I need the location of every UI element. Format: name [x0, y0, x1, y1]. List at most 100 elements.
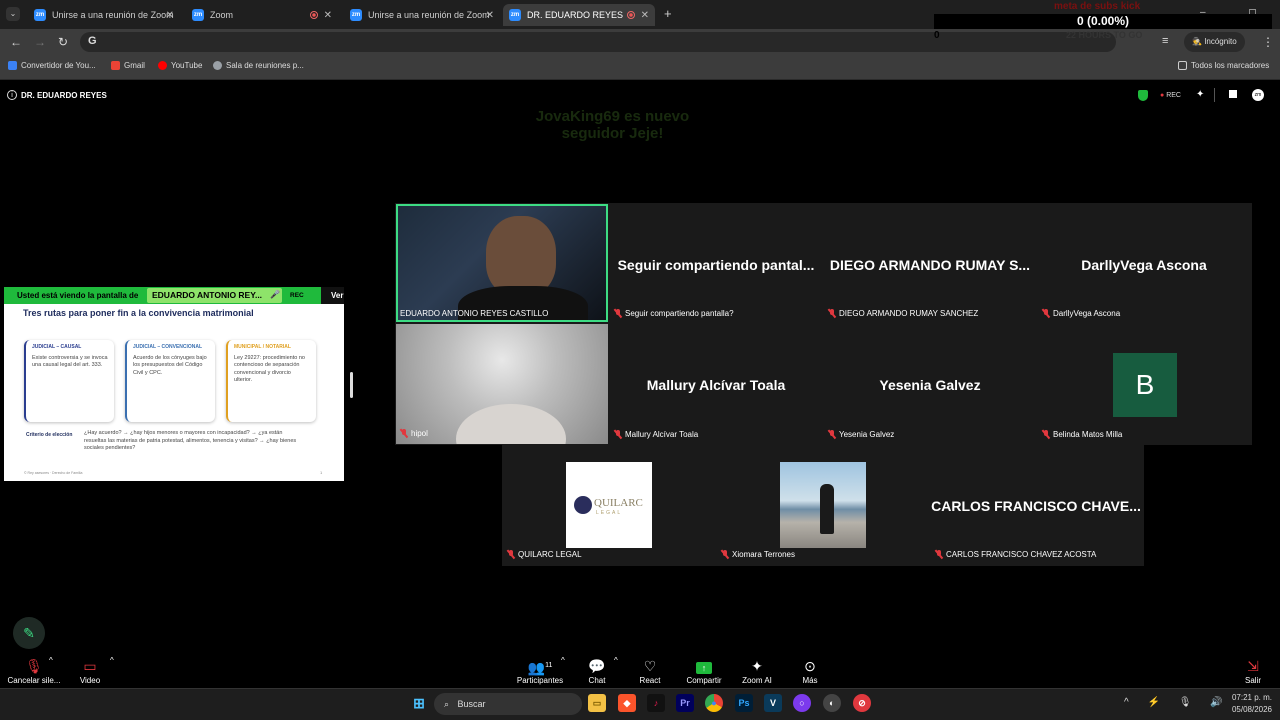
- discord-icon[interactable]: ○: [793, 694, 811, 712]
- brave-icon[interactable]: ◆: [618, 694, 636, 712]
- share-screen-button[interactable]: ↑ Compartir: [684, 654, 724, 685]
- screen: ⌄ zm Unirse a una reunión de Zoom ✕ zm Zoom…: [0, 0, 1280, 720]
- all-bookmarks[interactable]: Todos los marcadores: [1178, 61, 1269, 70]
- close-icon[interactable]: ✕: [641, 10, 649, 21]
- recording-icon: [310, 11, 318, 19]
- participant-name: Yesenia Galvez: [828, 430, 894, 439]
- menu-icon[interactable]: ⋮: [1262, 35, 1274, 49]
- search-icon: ⌕: [444, 699, 452, 709]
- participant-name: hipol: [400, 429, 428, 438]
- more-button[interactable]: ⊙ Más: [796, 654, 824, 685]
- react-button[interactable]: ♡ React: [634, 654, 666, 685]
- clock-time[interactable]: 07:21 p. m.: [1224, 693, 1272, 702]
- browser-tab-active[interactable]: zm DR. EDUARDO REYES ✕: [503, 4, 655, 26]
- bookmark-item[interactable]: Sala de reuniones p...: [213, 61, 304, 70]
- tiktok-icon[interactable]: ♪: [647, 694, 665, 712]
- tab-title: Unirse a una reunión de Zoom: [52, 10, 174, 20]
- file-explorer-icon[interactable]: ▭: [588, 694, 606, 712]
- windows-start-icon[interactable]: ⊞: [410, 694, 428, 712]
- folder-icon: [1178, 61, 1187, 70]
- chat-button[interactable]: 💬 Chat: [582, 654, 612, 685]
- participant-tile-active[interactable]: EDUARDO ANTONIO REYES CASTILLO: [396, 204, 608, 322]
- close-icon[interactable]: ✕: [166, 10, 174, 21]
- mic-icon: 🎤: [270, 290, 280, 299]
- browser-tab[interactable]: zm Unirse a una reunión de Zoom ✕: [344, 4, 500, 26]
- forward-icon[interactable]: →: [34, 35, 46, 49]
- mic-muted-icon: [614, 430, 622, 439]
- mic-muted-icon: [828, 430, 836, 439]
- leave-icon: ⇲: [1247, 658, 1259, 674]
- chevron-up-icon[interactable]: ^: [110, 656, 114, 665]
- panel-resize-handle[interactable]: [350, 372, 353, 398]
- youtube-icon: [158, 61, 167, 70]
- tray-icons[interactable]: ^ ⚡ 🎙 🔊: [1124, 697, 1231, 708]
- share-screen-icon: ↑: [684, 657, 724, 675]
- zoom-icon: zm: [350, 9, 362, 21]
- zoom-ai-button[interactable]: ✦ Zoom AI: [738, 654, 776, 685]
- new-tab-button[interactable]: +: [664, 6, 672, 21]
- follower-line: JovaKing69 es nuevo: [535, 108, 690, 125]
- clock-date[interactable]: 05/08/2026: [1224, 705, 1272, 714]
- unmute-button[interactable]: 🎙 Cancelar sile...: [4, 654, 64, 685]
- browser-tab[interactable]: zm Zoom ✕: [186, 4, 338, 26]
- app-icon[interactable]: ◐: [823, 694, 841, 712]
- participant-name: Seguir compartiendo pantalla?: [614, 309, 734, 318]
- taskbar-search[interactable]: ⌕ Buscar: [434, 693, 582, 715]
- participant-tile[interactable]: hipol: [396, 324, 608, 444]
- tab-title: DR. EDUARDO REYES: [527, 10, 624, 20]
- tab-title: Unirse a una reunión de Zoom: [368, 10, 490, 20]
- slide-page-number: 1: [320, 470, 323, 475]
- bookmark-item[interactable]: Convertidor de You...: [8, 61, 96, 70]
- mic-muted-icon: [828, 309, 836, 318]
- address-bar[interactable]: G: [80, 32, 1116, 52]
- video-button[interactable]: ▭ Video: [72, 654, 108, 685]
- participant-name: Belinda Matos Milla: [1042, 430, 1122, 439]
- mic-muted-icon: [1042, 430, 1050, 439]
- chevron-up-icon[interactable]: ^: [49, 656, 53, 665]
- sparkle-icon[interactable]: ✦: [1196, 89, 1204, 100]
- mic-muted-icon: [721, 550, 729, 559]
- info-icon[interactable]: i: [7, 90, 17, 100]
- incognito-chip[interactable]: 🕵 Incógnito: [1184, 32, 1245, 52]
- slide-card: JUDICIAL – CONVENCIONAL Acuerdo de los c…: [125, 340, 215, 422]
- tab-search-button[interactable]: ⌄: [6, 7, 20, 21]
- recording-indicator[interactable]: ● REC: [1160, 92, 1181, 99]
- chevron-up-icon[interactable]: ^: [561, 656, 565, 665]
- meeting-title: DR. EDUARDO REYES: [21, 91, 107, 100]
- view-icon[interactable]: [1229, 90, 1237, 98]
- slide-title: Tres rutas para poner fin a la convivenc…: [23, 308, 254, 318]
- bookmark-item[interactable]: YouTube: [158, 61, 202, 70]
- vegas-icon[interactable]: V: [764, 694, 782, 712]
- security-shield-icon[interactable]: [1138, 90, 1148, 101]
- criteria-text: ¿Hay acuerdo? → ¿hay hijos menores o may…: [84, 430, 297, 452]
- participant-avatar: B: [1113, 353, 1177, 417]
- bookmark-tabs-icon[interactable]: ≡: [1162, 35, 1168, 47]
- recording-icon: [627, 11, 635, 19]
- chevron-up-icon[interactable]: ^: [614, 656, 618, 665]
- slide-footer: © Rey asesores · Derecho de Familia: [24, 471, 83, 475]
- close-icon[interactable]: ✕: [324, 10, 332, 21]
- view-options-button[interactable]: Ver: [321, 287, 344, 304]
- back-icon[interactable]: ←: [10, 35, 22, 49]
- windows-taskbar: [0, 688, 1280, 720]
- participants-button[interactable]: 👥11 Participantes: [514, 654, 566, 685]
- chrome-icon[interactable]: ●: [705, 694, 723, 712]
- bookmark-item[interactable]: Gmail: [111, 61, 145, 70]
- incognito-icon: 🕵: [1192, 37, 1205, 46]
- zoom-profile-icon[interactable]: zm: [1252, 89, 1264, 101]
- mic-muted-icon: 🎙: [25, 658, 43, 674]
- close-icon[interactable]: ✕: [486, 10, 494, 21]
- share-rec: REC: [290, 292, 304, 299]
- sparkle-icon: ✦: [751, 658, 763, 674]
- annotate-button[interactable]: ✎: [13, 617, 45, 649]
- reload-icon[interactable]: ↻: [58, 35, 68, 49]
- mic-muted-icon: [614, 309, 622, 318]
- photoshop-icon[interactable]: Ps: [735, 694, 753, 712]
- premiere-icon[interactable]: Pr: [676, 694, 694, 712]
- globe-icon: [213, 61, 222, 70]
- card-heading: JUDICIAL – CONVENCIONAL: [133, 344, 203, 350]
- leave-button[interactable]: ⇲ Salir: [1238, 654, 1268, 685]
- participant-photo: [780, 462, 866, 548]
- opera-gx-icon[interactable]: ⊘: [853, 694, 871, 712]
- browser-tab[interactable]: zm Unirse a una reunión de Zoom ✕: [28, 4, 180, 26]
